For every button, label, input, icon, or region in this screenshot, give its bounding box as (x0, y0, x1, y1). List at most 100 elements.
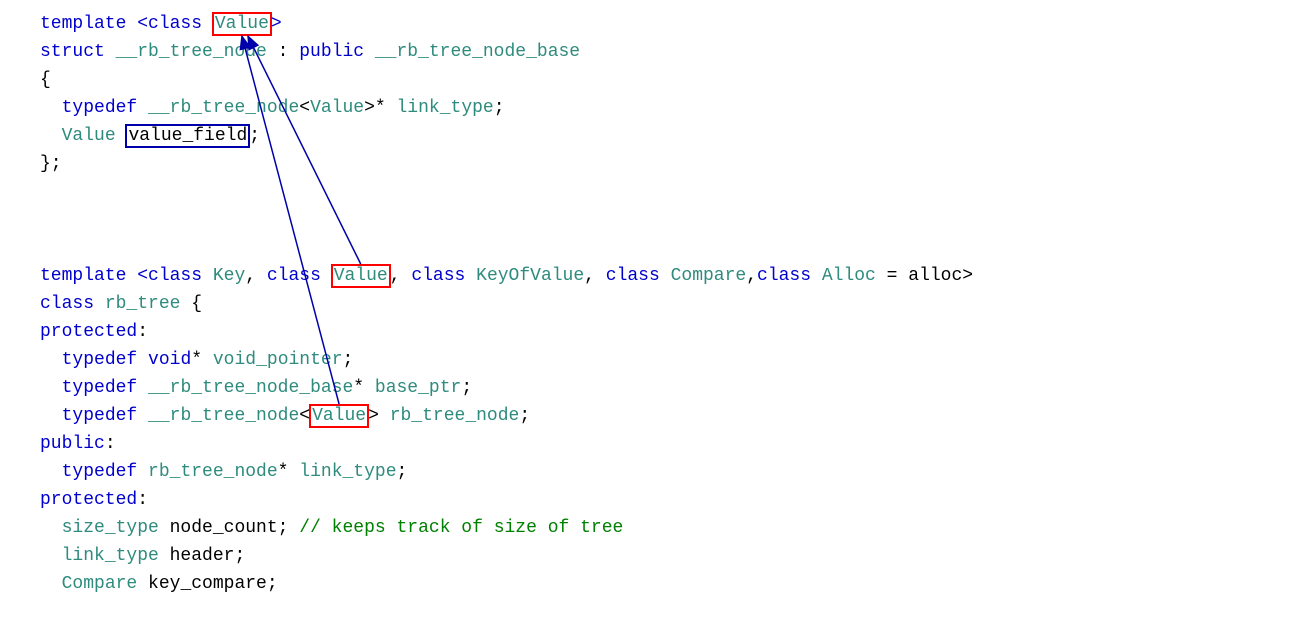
code-token: header; (159, 546, 245, 566)
code-token: rb_tree (94, 294, 180, 314)
code-token: { (40, 70, 51, 90)
code-token: , (390, 266, 412, 286)
code-token: }; (40, 154, 62, 174)
code-token: > (368, 406, 379, 426)
code-token: protected (40, 322, 137, 342)
code-token (40, 98, 62, 118)
code-token: KeyOfValue (465, 266, 584, 286)
code-token: Alloc (811, 266, 876, 286)
code-token: class (40, 294, 94, 314)
code-token: class (148, 14, 202, 34)
code-token: * (353, 378, 364, 398)
code-token (40, 126, 62, 146)
code-token: ; (461, 378, 472, 398)
code-token: public (299, 42, 364, 62)
code-line (40, 234, 1276, 262)
code-token: typedef (62, 406, 138, 426)
code-token: __rb_tree_node_base (364, 42, 580, 62)
code-line: struct __rb_tree_node : public __rb_tree… (40, 38, 1276, 66)
code-token: : (105, 434, 116, 454)
code-line: link_type header; (40, 542, 1276, 570)
code-token: { (180, 294, 202, 314)
code-token: Key (202, 266, 245, 286)
code-token: class (606, 266, 660, 286)
code-token: void_pointer (202, 350, 342, 370)
code-token: Value (310, 98, 364, 118)
code-token: template < (40, 14, 148, 34)
code-token: > (271, 14, 282, 34)
code-token: typedef (62, 462, 138, 482)
code-comment: // keeps track of size of tree (299, 518, 623, 538)
code-line: protected: (40, 318, 1276, 346)
code-token (40, 462, 62, 482)
code-line: protected: (40, 486, 1276, 514)
code-line: typedef void* void_pointer; (40, 346, 1276, 374)
code-token: protected (40, 490, 137, 510)
code-token (40, 518, 62, 538)
code-line: template <class Key, class Value, class … (40, 262, 1276, 290)
code-token: < (299, 98, 310, 118)
code-token: key_compare; (137, 574, 277, 594)
code-token: ; (397, 462, 408, 482)
code-token: : (267, 42, 299, 62)
code-token: __rb_tree_node (137, 406, 299, 426)
code-line: { (40, 66, 1276, 94)
highlight-value-3: Value (309, 404, 369, 428)
code-line: public: (40, 430, 1276, 458)
code-token: , (746, 266, 757, 286)
code-token: __rb_tree_node_base (137, 378, 353, 398)
code-line (40, 178, 1276, 206)
code-line: typedef __rb_tree_node_base* base_ptr; (40, 374, 1276, 402)
code-token: base_ptr (364, 378, 461, 398)
highlight-value-2: Value (331, 264, 391, 288)
code-token (137, 350, 148, 370)
code-token: ; (249, 126, 260, 146)
code-token: = alloc> (876, 266, 973, 286)
code-line: template <class Value> (40, 10, 1276, 38)
code-token: ; (343, 350, 354, 370)
code-token: Compare (62, 574, 138, 594)
code-token (40, 378, 62, 398)
code-line: class rb_tree { (40, 290, 1276, 318)
code-token: Value (62, 126, 116, 146)
highlight-value-field: value_field (125, 124, 250, 148)
code-token: class (148, 266, 202, 286)
code-token: rb_tree_node (379, 406, 519, 426)
code-line: Compare key_compare; (40, 570, 1276, 598)
code-line: Value value_field; (40, 122, 1276, 150)
code-token: ; (494, 98, 505, 118)
code-token (40, 574, 62, 594)
code-token: * (278, 462, 289, 482)
code-token: __rb_tree_node (137, 98, 299, 118)
code-token: >* (364, 98, 386, 118)
code-token: class (757, 266, 811, 286)
code-token: void (148, 350, 191, 370)
code-token: * (191, 350, 202, 370)
code-token: rb_tree_node (137, 462, 277, 482)
code-token: ; (519, 406, 530, 426)
code-token: typedef (62, 378, 138, 398)
code-token: typedef (62, 98, 138, 118)
code-token: public (40, 434, 105, 454)
code-token: class (411, 266, 465, 286)
code-token: : (137, 490, 148, 510)
highlight-value-1: Value (212, 12, 272, 36)
code-line: typedef rb_tree_node* link_type; (40, 458, 1276, 486)
code-token: link_type (62, 546, 159, 566)
code-token: size_type (62, 518, 159, 538)
code-token: struct (40, 42, 105, 62)
code-token: class (267, 266, 321, 286)
code-token (40, 406, 62, 426)
code-token: Compare (660, 266, 746, 286)
code-line: typedef __rb_tree_node<Value>* link_type… (40, 94, 1276, 122)
code-line: size_type node_count; // keeps track of … (40, 514, 1276, 542)
code-token: __rb_tree_node (105, 42, 267, 62)
code-token: template < (40, 266, 148, 286)
code-token: , (584, 266, 606, 286)
code-token (40, 546, 62, 566)
code-token: node_count; (159, 518, 299, 538)
code-token (40, 350, 62, 370)
code-token: typedef (62, 350, 138, 370)
code-token: link_type (386, 98, 494, 118)
code-token: , (245, 266, 267, 286)
